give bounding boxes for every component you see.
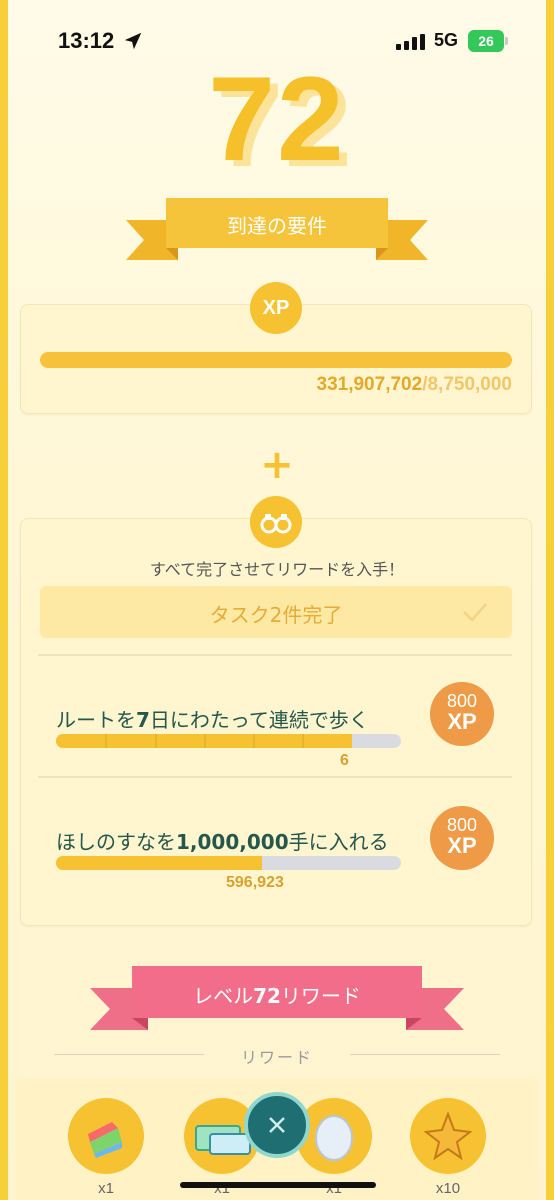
- task-title-post: 日にわたって連続で歩く: [149, 708, 369, 732]
- star-piece-icon: [423, 1111, 473, 1161]
- battery-level: 26: [468, 30, 504, 52]
- task-progress-value: 6: [340, 752, 349, 769]
- progress-segment-divider: [204, 734, 206, 748]
- task-reward-badge: 800 XP: [430, 806, 494, 870]
- task-reward-badge: 800 XP: [430, 682, 494, 746]
- check-icon: [463, 603, 487, 622]
- plus-icon: +: [260, 442, 294, 488]
- task-title-post: 手に入れる: [288, 830, 389, 854]
- task-reward-unit: XP: [447, 709, 477, 734]
- tasks-subtitle: すべて完了させてリワードを入手！: [149, 560, 405, 579]
- battery-icon: 26: [468, 30, 508, 52]
- level-reward-title: レベル72リワード: [132, 980, 422, 1009]
- reward-item[interactable]: [68, 1098, 144, 1174]
- home-indicator[interactable]: [180, 1182, 376, 1188]
- level-reward-title-post: リワード: [280, 984, 361, 1008]
- xp-badge: XP: [250, 282, 302, 334]
- binoculars-badge: [250, 496, 302, 548]
- close-button[interactable]: [244, 1092, 310, 1158]
- reward-qty: x10: [435, 1180, 461, 1197]
- xp-current: 331,907,702: [316, 374, 423, 395]
- divider: [38, 776, 512, 778]
- tasks-complete-label: タスク2件完了: [209, 603, 343, 627]
- tasks-complete-box: タスク2件完了: [40, 586, 512, 638]
- reward-qty: x1: [98, 1180, 114, 1197]
- divider: [38, 654, 512, 656]
- xp-progress-bar: [40, 352, 512, 368]
- task-progress-fill: [56, 856, 262, 870]
- binoculars-icon: [260, 514, 292, 534]
- task-title-bold: 7: [136, 708, 150, 732]
- task-progress-bar: [56, 856, 401, 870]
- progress-segment-divider: [302, 734, 304, 748]
- task-title: ルートを7日にわたって連続で歩く: [56, 704, 369, 733]
- level-number: 72: [208, 52, 346, 186]
- xp-progress-text: 331,907,702/8,750,000: [20, 374, 512, 396]
- task-reward-amount: 800: [446, 691, 478, 711]
- task-reward-amount: 800: [446, 815, 478, 835]
- task-progress-bar: [56, 734, 401, 748]
- close-icon: [269, 1117, 285, 1133]
- task-title-pre: ほしのすなを: [56, 830, 176, 854]
- task-reward-unit: XP: [447, 833, 477, 858]
- progress-segment-divider: [155, 734, 157, 748]
- level-reward-title-pre: レベル: [193, 984, 254, 1008]
- reward-item[interactable]: [410, 1098, 486, 1174]
- location-arrow-icon: [124, 32, 142, 50]
- rainbow-candy-icon: [88, 1122, 122, 1158]
- task-progress-value: 596,923: [226, 874, 284, 891]
- task-title-pre: ルートを: [56, 708, 136, 732]
- task-title: ほしのすなを1,000,000手に入れる: [56, 826, 389, 855]
- progress-segment-divider: [105, 734, 107, 748]
- cellular-signal-icon: [396, 34, 425, 50]
- rewards-section-label: リワード: [240, 1048, 313, 1067]
- requirements-title: 到達の要件: [227, 214, 327, 238]
- xp-total: 8,750,000: [427, 374, 512, 395]
- task-title-bold: 1,000,000: [176, 830, 289, 854]
- network-type: 5G: [434, 30, 459, 50]
- level-reward-title-bold: 72: [253, 984, 281, 1008]
- progress-segment-divider: [253, 734, 255, 748]
